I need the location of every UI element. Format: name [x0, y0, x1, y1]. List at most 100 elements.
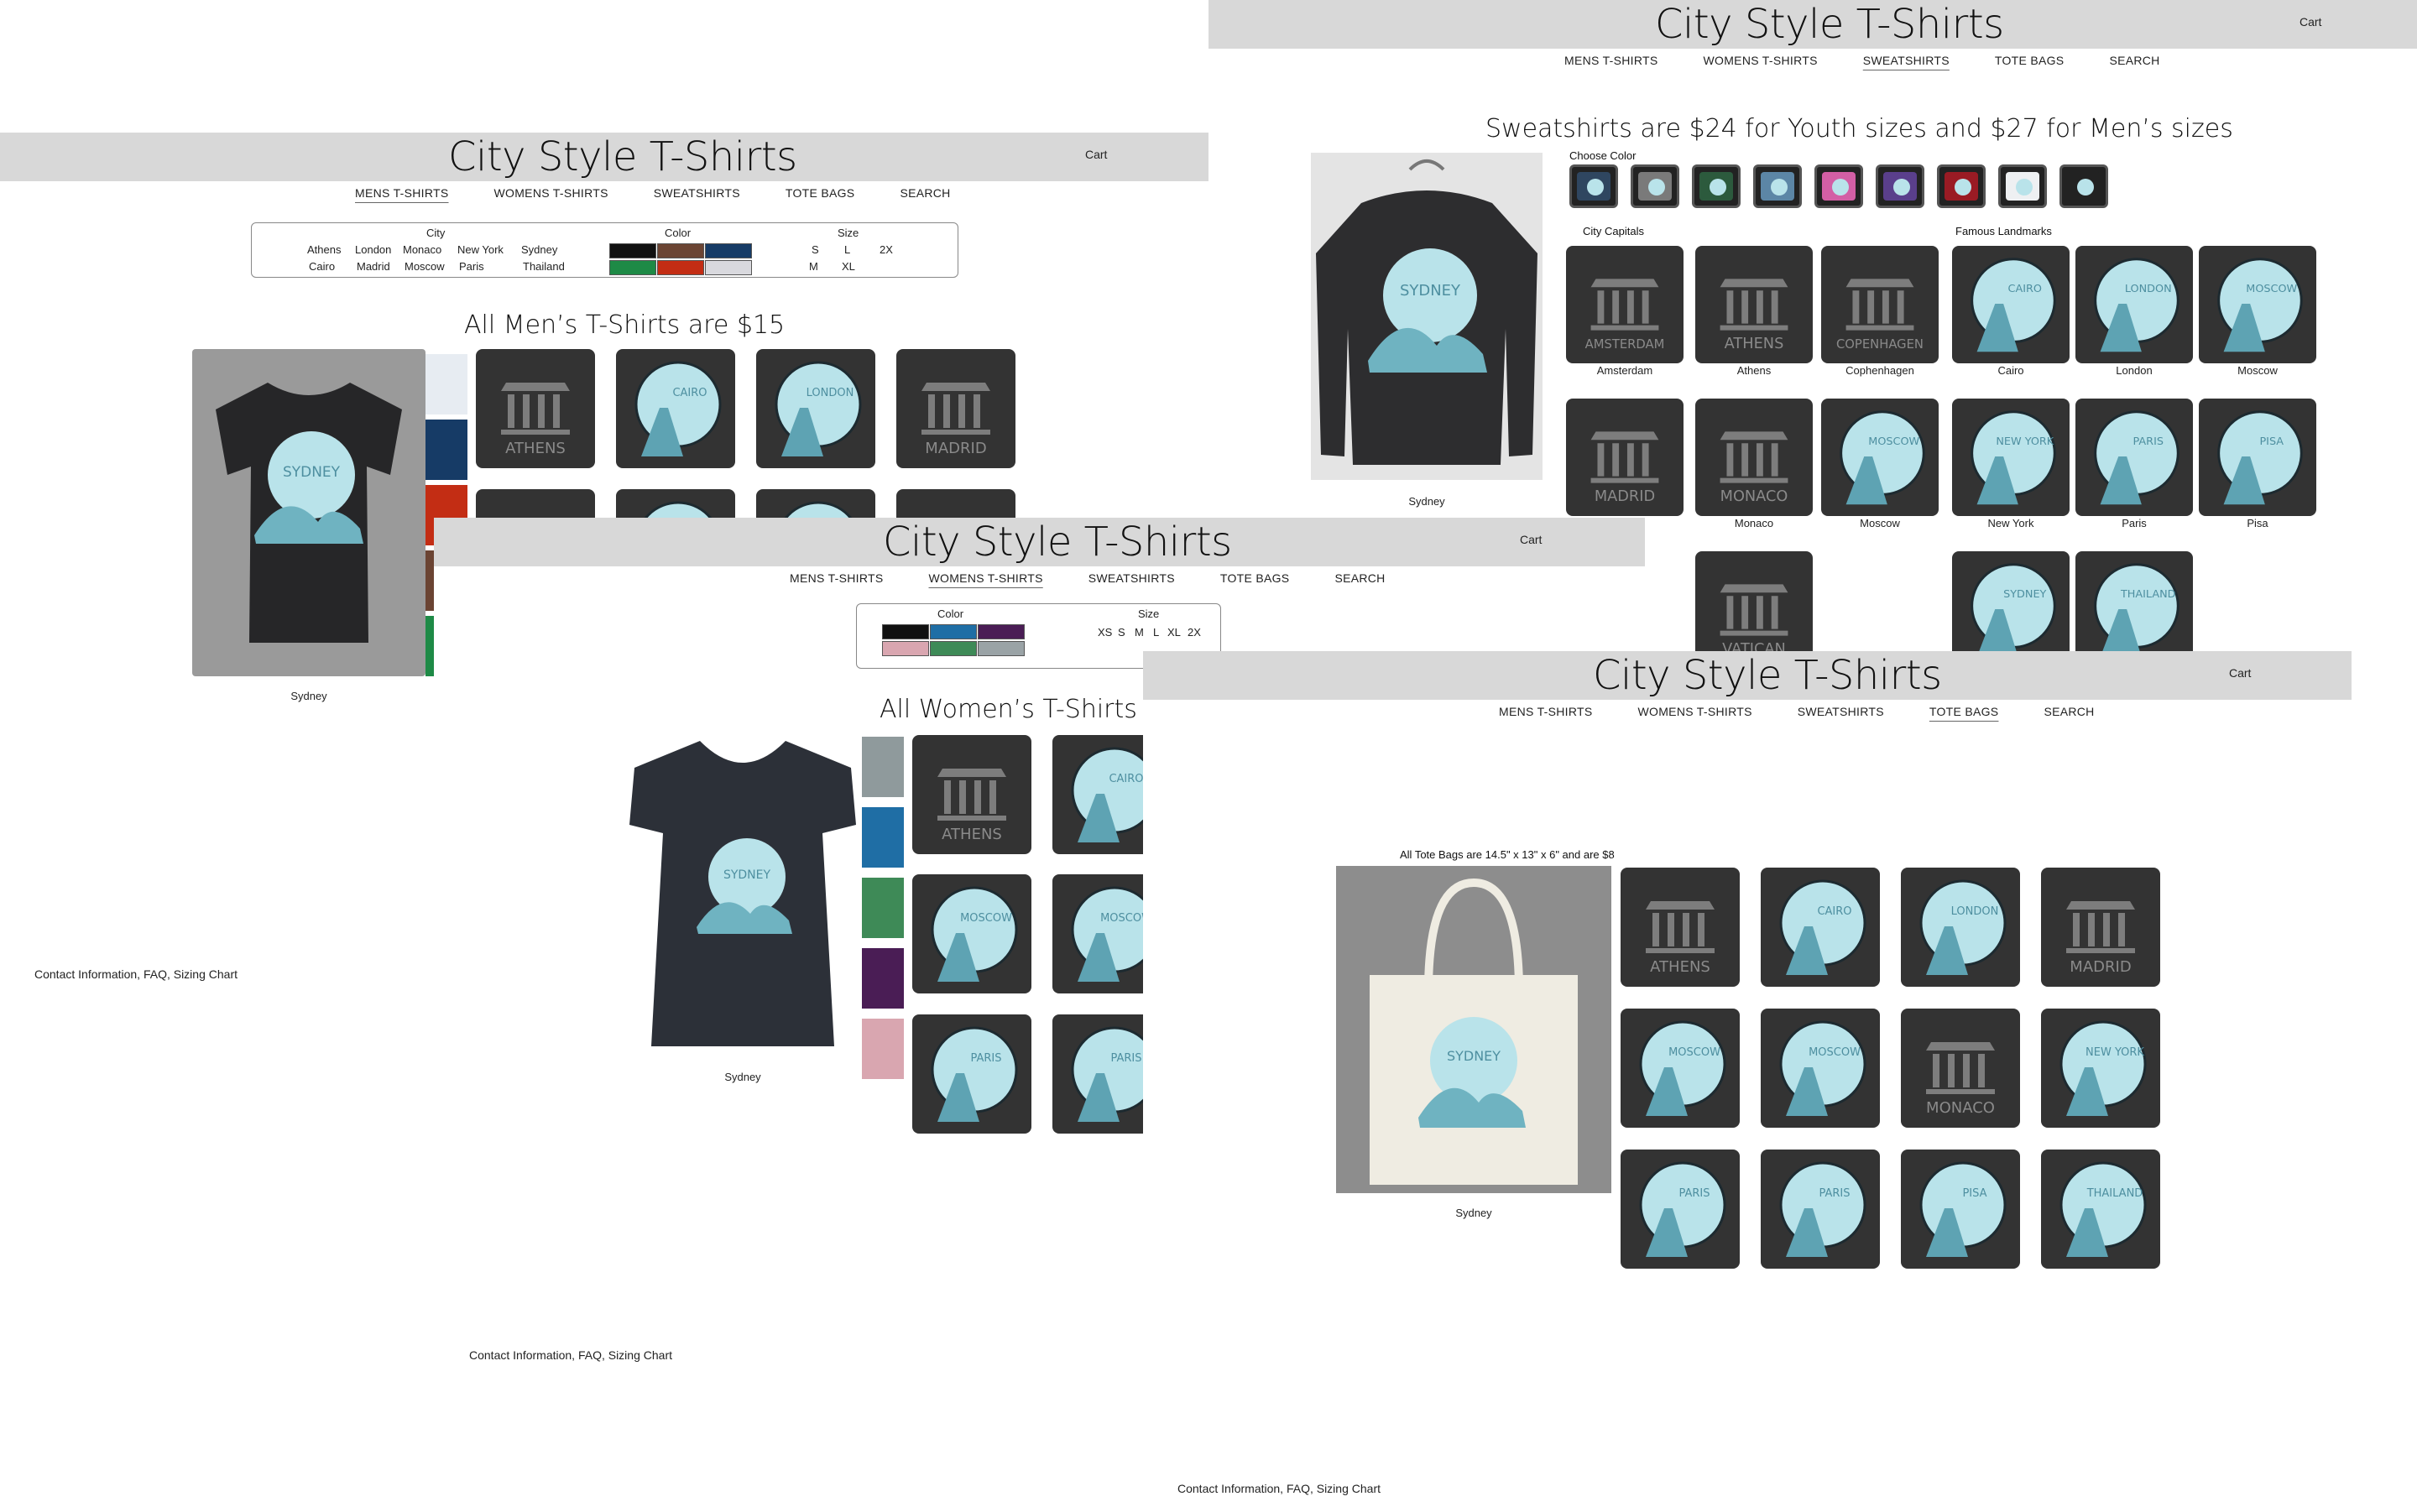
nav-mens-tshirts[interactable]: MENS T-SHIRTS: [1542, 54, 1681, 67]
design-tile-london[interactable]: LONDON: [756, 349, 875, 468]
color-filter-swatch[interactable]: [657, 260, 704, 275]
product-image-mens-tshirt[interactable]: SYDNEY: [192, 349, 425, 676]
footer-links[interactable]: Contact Information, FAQ, Sizing Chart: [34, 967, 238, 981]
design-tile-paris[interactable]: PARIS: [912, 1014, 1031, 1134]
size-option-xl[interactable]: XL: [1167, 626, 1181, 639]
design-tile-athens[interactable]: ATHENS: [912, 735, 1031, 854]
design-tile-paris[interactable]: PARIS: [2075, 399, 2193, 516]
color-option-swatch[interactable]: [2059, 164, 2108, 208]
design-tile-copenhagen[interactable]: COPENHAGEN: [1821, 246, 1939, 363]
design-tile-moscow[interactable]: MOSCOW: [1821, 399, 1939, 516]
color-option-swatch[interactable]: [1569, 164, 1618, 208]
nav-tote-bags[interactable]: TOTE BAGS: [1972, 54, 2087, 67]
design-tile-monaco[interactable]: MONACO: [1901, 1009, 2020, 1128]
size-option-m[interactable]: M: [809, 260, 818, 273]
product-image-sweatshirt[interactable]: SYDNEY: [1311, 153, 1543, 480]
city-option-sydney[interactable]: Sydney: [521, 243, 557, 256]
design-tile-london[interactable]: LONDON: [2075, 246, 2193, 363]
size-option-xl[interactable]: XL: [842, 260, 855, 273]
product-image-tote-bag[interactable]: SYDNEY: [1336, 866, 1611, 1193]
design-tile-paris[interactable]: PARIS: [1621, 1150, 1740, 1269]
city-option-new-york[interactable]: New York: [457, 243, 504, 256]
nav-sweatshirts[interactable]: SWEATSHIRTS: [1775, 705, 1907, 718]
design-tile-cairo[interactable]: CAIRO: [1761, 868, 1880, 987]
color-filter-swatch[interactable]: [609, 243, 656, 258]
city-option-london[interactable]: London: [355, 243, 391, 256]
design-tile-monaco[interactable]: MONACO: [1695, 399, 1813, 516]
size-option-l[interactable]: L: [844, 243, 850, 256]
city-option-madrid[interactable]: Madrid: [357, 260, 390, 273]
footer-links[interactable]: Contact Information, FAQ, Sizing Chart: [469, 1348, 672, 1362]
color-option-swatch[interactable]: [1937, 164, 1986, 208]
design-tile-sydney[interactable]: SYDNEY: [1952, 551, 2070, 654]
city-option-paris[interactable]: Paris: [459, 260, 484, 273]
site-title[interactable]: City Style T-Shirts: [1593, 651, 1942, 700]
design-tile-new-york[interactable]: NEW YORK: [1952, 399, 2070, 516]
size-option-l[interactable]: L: [1153, 626, 1159, 639]
design-tile-cairo[interactable]: CAIRO: [1952, 246, 2070, 363]
nav-tote-bags[interactable]: TOTE BAGS: [1198, 571, 1313, 585]
site-title[interactable]: City Style T-Shirts: [1655, 0, 2004, 49]
size-option-2x[interactable]: 2X: [1188, 626, 1201, 639]
size-option-s[interactable]: S: [812, 243, 819, 256]
nav-womens-tshirts[interactable]: WOMENS T-SHIRTS: [1616, 705, 1775, 718]
design-tile-athens[interactable]: ATHENS: [476, 349, 595, 468]
city-option-monaco[interactable]: Monaco: [403, 243, 441, 256]
color-filter-swatch[interactable]: [657, 243, 704, 258]
design-tile-madrid[interactable]: MADRID: [1566, 399, 1684, 516]
city-option-moscow[interactable]: Moscow: [405, 260, 445, 273]
site-title[interactable]: City Style T-Shirts: [448, 133, 797, 181]
design-tile-paris[interactable]: PARIS: [1052, 1014, 1143, 1134]
city-option-athens[interactable]: Athens: [307, 243, 341, 256]
design-tile-madrid[interactable]: MADRID: [896, 349, 1015, 468]
nav-tote-bags[interactable]: TOTE BAGS: [1907, 705, 2022, 718]
color-option-swatch[interactable]: [1753, 164, 1802, 208]
footer-links[interactable]: Contact Information, FAQ, Sizing Chart: [1177, 1482, 1381, 1495]
nav-tote-bags[interactable]: TOTE BAGS: [763, 186, 878, 200]
nav-search[interactable]: SEARCH: [2021, 705, 2117, 718]
design-tile-moscow[interactable]: MOSCOW: [1621, 1009, 1740, 1128]
color-option-swatch[interactable]: [1876, 164, 1924, 208]
design-tile-moscow[interactable]: MOSCOW: [1761, 1009, 1880, 1128]
nav-sweatshirts[interactable]: SWEATSHIRTS: [631, 186, 763, 200]
color-option-swatch[interactable]: [1814, 164, 1863, 208]
design-tile-pisa[interactable]: PISA: [1901, 1150, 2020, 1269]
color-option-swatch[interactable]: [1631, 164, 1679, 208]
design-tile-madrid[interactable]: MADRID: [2041, 868, 2160, 987]
design-tile-amsterdam[interactable]: AMSTERDAM: [1566, 246, 1684, 363]
design-tile-athens[interactable]: ATHENS: [1621, 868, 1740, 987]
color-filter-swatch[interactable]: [705, 243, 752, 258]
cart-link[interactable]: Cart: [1085, 148, 1107, 161]
nav-sweatshirts[interactable]: SWEATSHIRTS: [1840, 54, 1972, 67]
cart-link[interactable]: Cart: [1520, 533, 1542, 546]
cart-link[interactable]: Cart: [2300, 15, 2321, 29]
design-tile-paris[interactable]: PARIS: [1761, 1150, 1880, 1269]
design-tile-cairo[interactable]: CAIRO: [1052, 735, 1143, 854]
size-option-2x[interactable]: 2X: [880, 243, 893, 256]
design-tile-cairo[interactable]: CAIRO: [616, 349, 735, 468]
shirt-color-swatch[interactable]: [425, 354, 467, 414]
color-filter-swatch[interactable]: [705, 260, 752, 275]
design-tile-thailand[interactable]: THAILAND: [2075, 551, 2193, 654]
color-option-swatch[interactable]: [1998, 164, 2047, 208]
design-tile-thailand[interactable]: THAILAND: [2041, 1150, 2160, 1269]
design-tile-athens[interactable]: ATHENS: [1695, 246, 1813, 363]
nav-mens-tshirts[interactable]: MENS T-SHIRTS: [1476, 705, 1616, 718]
cart-link[interactable]: Cart: [2229, 666, 2251, 680]
nav-womens-tshirts[interactable]: WOMENS T-SHIRTS: [472, 186, 631, 200]
nav-search[interactable]: SEARCH: [2086, 54, 2182, 67]
city-option-thailand[interactable]: Thailand: [523, 260, 565, 273]
design-tile-moscow[interactable]: MOSCOW: [1052, 874, 1143, 993]
nav-mens-tshirts[interactable]: MENS T-SHIRTS: [332, 186, 472, 200]
design-tile-new-york[interactable]: NEW YORK: [2041, 1009, 2160, 1128]
shirt-color-swatch[interactable]: [425, 420, 467, 480]
nav-womens-tshirts[interactable]: WOMENS T-SHIRTS: [1681, 54, 1840, 67]
design-tile-moscow[interactable]: MOSCOW: [912, 874, 1031, 993]
city-option-cairo[interactable]: Cairo: [309, 260, 335, 273]
design-tile-london[interactable]: LONDON: [1901, 868, 2020, 987]
design-tile-vatican[interactable]: VATICAN: [1695, 551, 1813, 654]
color-option-swatch[interactable]: [1692, 164, 1741, 208]
nav-search[interactable]: SEARCH: [877, 186, 973, 200]
color-filter-swatch[interactable]: [609, 260, 656, 275]
design-tile-pisa[interactable]: PISA: [2199, 399, 2316, 516]
